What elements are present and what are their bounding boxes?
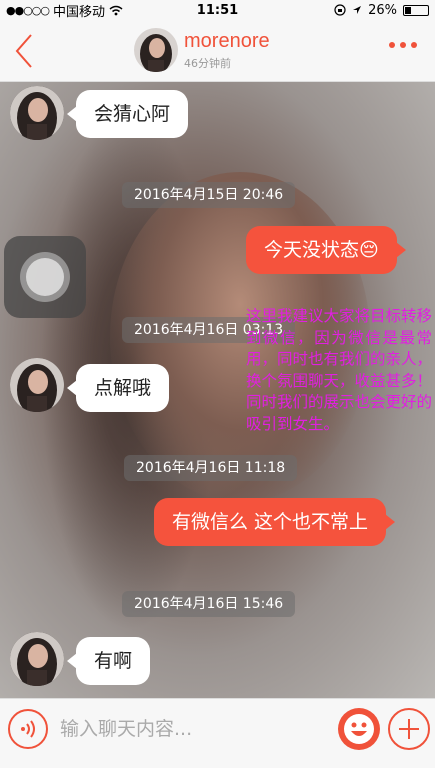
avatar-image bbox=[134, 28, 178, 72]
message-bubble-incoming[interactable]: 点解哦 bbox=[66, 364, 170, 412]
message-bubble-outgoing[interactable]: 今天没状态😔 bbox=[246, 226, 406, 274]
lock-rotation-icon bbox=[334, 4, 346, 16]
carrier-label: 中国移动 bbox=[53, 4, 106, 20]
battery-icon bbox=[403, 4, 429, 16]
status-bar: ●●○○○ 中国移动 11:51 26% bbox=[0, 0, 435, 20]
more-button[interactable] bbox=[389, 42, 417, 48]
back-icon bbox=[15, 34, 32, 68]
last-seen: 46分钟前 bbox=[184, 56, 231, 70]
back-button[interactable] bbox=[14, 30, 50, 72]
message-bubble-outgoing[interactable]: 有微信么 这个也不常上 bbox=[154, 498, 396, 546]
contact-info[interactable]: morenore 46分钟前 bbox=[134, 28, 270, 72]
avatar[interactable] bbox=[10, 86, 64, 140]
signal-strength-icon: ●●○○○ bbox=[6, 3, 50, 17]
battery-percent: 26% bbox=[368, 2, 397, 18]
assistive-touch-button[interactable] bbox=[4, 236, 86, 318]
message-bubble-incoming[interactable]: 有啊 bbox=[66, 637, 151, 685]
battery-fill bbox=[405, 6, 411, 14]
location-icon bbox=[353, 6, 362, 14]
status-right: 26% bbox=[334, 3, 429, 18]
plus-button[interactable] bbox=[388, 708, 430, 750]
emoji-button[interactable] bbox=[338, 708, 380, 750]
voice-icon bbox=[21, 720, 35, 738]
contact-text: morenore 46分钟前 bbox=[184, 30, 270, 71]
message-timestamp: 2016年4月15日 20:46 bbox=[122, 182, 296, 208]
chat-area[interactable]: 会猜心阿 2016年4月15日 20:46 今天没状态😔 2016年4月16日 … bbox=[0, 82, 435, 698]
avatar[interactable] bbox=[10, 632, 64, 686]
avatar[interactable] bbox=[10, 358, 64, 412]
avatar[interactable] bbox=[134, 28, 178, 72]
annotation-text: 这里我建议大家将目标转移到微信，因为微信是最常用，同时也有我们的亲人，换个氛围聊… bbox=[246, 307, 433, 433]
message-timestamp: 2016年4月16日 15:46 bbox=[122, 591, 296, 617]
message-input[interactable] bbox=[60, 707, 320, 751]
wifi-icon bbox=[109, 5, 123, 15]
status-left: ●●○○○ 中国移动 bbox=[6, 1, 123, 20]
more-icon bbox=[389, 42, 395, 48]
input-bar bbox=[0, 698, 435, 768]
voice-button[interactable] bbox=[8, 709, 48, 749]
contact-name: morenore bbox=[184, 29, 270, 52]
chat-header: morenore 46分钟前 bbox=[0, 20, 435, 82]
message-bubble-incoming[interactable]: 会猜心阿 bbox=[66, 90, 189, 138]
emoji-icon bbox=[344, 714, 374, 744]
message-timestamp: 2016年4月16日 11:18 bbox=[124, 455, 298, 481]
